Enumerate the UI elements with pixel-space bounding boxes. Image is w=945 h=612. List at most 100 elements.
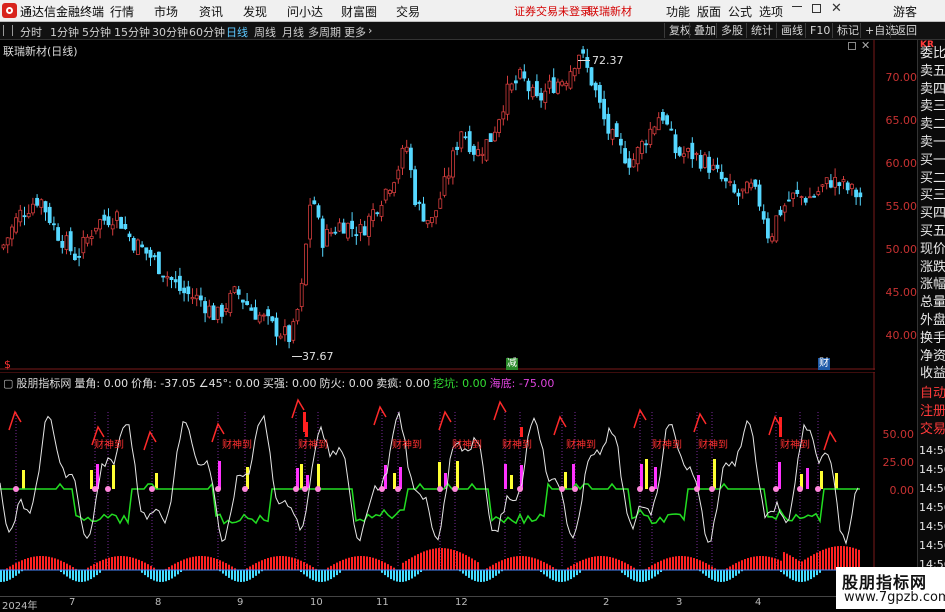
- ytick-55: 55.00: [877, 200, 917, 213]
- candle-body: [149, 250, 152, 257]
- side-bottom-item[interactable]: 注册: [920, 402, 945, 421]
- candle-body: [359, 224, 362, 232]
- tab-multi-period[interactable]: 多周期: [308, 24, 341, 40]
- side-quote-item[interactable]: 卖三: [920, 97, 945, 116]
- side-quote-item[interactable]: 卖二: [920, 115, 945, 134]
- volume-bar-cyan: [387, 570, 389, 577]
- draw-line-button[interactable]: 画线: [776, 23, 807, 38]
- side-quote-item[interactable]: 卖一: [920, 133, 945, 152]
- minimize-icon[interactable]: [792, 6, 802, 7]
- menu-item-layout[interactable]: 版面: [697, 3, 721, 20]
- side-quote-item[interactable]: 买四: [920, 204, 945, 223]
- side-quote-item[interactable]: 现价: [920, 240, 945, 259]
- back-button[interactable]: 返回: [890, 23, 921, 38]
- indicator-chart[interactable]: 财神到财神到财神到财神到财神到财神到财神到财神到财神到财神到: [0, 372, 875, 596]
- volume-bar-red: [630, 566, 632, 570]
- candle-body: [817, 192, 820, 195]
- guest-user[interactable]: 游客: [893, 3, 917, 20]
- candle-body: [548, 81, 551, 88]
- mark-button[interactable]: 标记: [832, 23, 863, 38]
- menu-item-discover[interactable]: 发现: [243, 3, 267, 20]
- volume-bar-red: [402, 563, 404, 570]
- side-quote-item[interactable]: 买五: [920, 222, 945, 241]
- maximize-icon[interactable]: [812, 4, 821, 13]
- red-peak-line: [9, 412, 21, 430]
- volume-bar-red: [741, 560, 743, 570]
- volume-bar-red: [201, 556, 203, 570]
- menu-item-options[interactable]: 选项: [759, 3, 783, 20]
- volume-bar-red: [477, 562, 479, 570]
- volume-bar-red: [294, 558, 296, 570]
- tab-intraday[interactable]: 分时: [20, 24, 42, 40]
- volume-bar-red: [195, 556, 197, 570]
- tab-1min[interactable]: 1分钟: [50, 24, 79, 40]
- low-price-label: 37.67: [302, 350, 334, 363]
- volume-bar-red: [534, 558, 536, 570]
- menu-item-ask[interactable]: 问小达: [287, 3, 323, 20]
- volume-bar-red: [456, 551, 458, 570]
- side-quote-item[interactable]: 涨跌: [920, 258, 945, 277]
- tab-5min[interactable]: 5分钟: [82, 24, 111, 40]
- candle-body: [195, 295, 198, 299]
- tab-15min[interactable]: 15分钟: [114, 24, 150, 40]
- close-icon[interactable]: ✕: [831, 1, 842, 16]
- menu-item-trade[interactable]: 交易: [396, 3, 420, 20]
- volume-bar-cyan: [333, 570, 335, 577]
- candle-body: [40, 200, 43, 208]
- side-quote-item[interactable]: 净资: [920, 347, 945, 366]
- candle-body: [82, 237, 85, 252]
- candlestick-chart[interactable]: [0, 40, 875, 370]
- volume-bar-red: [309, 565, 311, 570]
- volume-bar-red: [297, 559, 299, 570]
- menu-item-market[interactable]: 市场: [154, 3, 178, 20]
- marker-finance[interactable]: 财: [818, 358, 830, 370]
- menu-item-wealth[interactable]: 财富圈: [341, 3, 377, 20]
- side-quote-item[interactable]: 委比: [920, 44, 945, 63]
- candle-body: [800, 197, 803, 198]
- tab-daily[interactable]: 日线: [226, 24, 248, 40]
- side-quote-item[interactable]: 换手: [920, 329, 945, 348]
- volume-bar-red: [150, 566, 152, 570]
- indicator-field: 海底: -75.00: [490, 377, 555, 390]
- side-quote-item[interactable]: 外盘: [920, 311, 945, 330]
- volume-bar-red: [288, 557, 290, 570]
- f10-button[interactable]: F10: [805, 23, 834, 38]
- volume-bar-red: [585, 559, 587, 570]
- side-quote-item[interactable]: 买二: [920, 169, 945, 188]
- side-quote-item[interactable]: 买一: [920, 151, 945, 170]
- login-notice[interactable]: 证券交易未登录: [514, 3, 591, 19]
- chart-restore-icon[interactable]: [848, 42, 856, 50]
- tab-60min[interactable]: 60分钟: [189, 24, 225, 40]
- marker-reduce[interactable]: 减: [506, 358, 518, 370]
- menu-item-function[interactable]: 功能: [666, 3, 690, 20]
- volume-bar-red: [804, 559, 806, 570]
- candle-body: [367, 216, 370, 236]
- chevron-right-icon[interactable]: ›: [368, 24, 372, 37]
- tab-weekly[interactable]: 周线: [254, 24, 276, 40]
- date-tick: 8: [155, 597, 161, 608]
- side-quote-item[interactable]: 收益: [920, 364, 945, 383]
- side-quote-item[interactable]: 涨幅: [920, 275, 945, 294]
- chart-close-icon[interactable]: ✕: [861, 39, 870, 52]
- side-quote-item[interactable]: 卖四: [920, 80, 945, 99]
- menu-item-news[interactable]: 资讯: [199, 3, 223, 20]
- tab-monthly[interactable]: 月线: [282, 24, 304, 40]
- panel-toggle-icon[interactable]: [3, 25, 13, 36]
- indicator-collapse-icon[interactable]: ▢: [3, 377, 13, 390]
- tab-more[interactable]: 更多: [344, 24, 366, 40]
- side-quote-item[interactable]: 总量: [920, 293, 945, 312]
- statistics-button[interactable]: 统计: [746, 23, 777, 38]
- side-quote-item[interactable]: 买三: [920, 186, 945, 205]
- menu-item-formula[interactable]: 公式: [728, 3, 752, 20]
- volume-bar-red: [126, 556, 128, 570]
- side-bottom-item[interactable]: 交易: [920, 420, 945, 439]
- multi-stock-button[interactable]: 多股: [716, 23, 747, 38]
- signal-label: 财神到: [502, 438, 532, 451]
- side-bottom-item[interactable]: 自动: [920, 384, 945, 403]
- signal-dot: [13, 486, 19, 492]
- volume-bar-red: [333, 564, 335, 570]
- signal-dot: [242, 486, 248, 492]
- tab-30min[interactable]: 30分钟: [152, 24, 188, 40]
- menu-item-quotes[interactable]: 行情: [110, 3, 134, 20]
- side-quote-item[interactable]: 卖五: [920, 62, 945, 81]
